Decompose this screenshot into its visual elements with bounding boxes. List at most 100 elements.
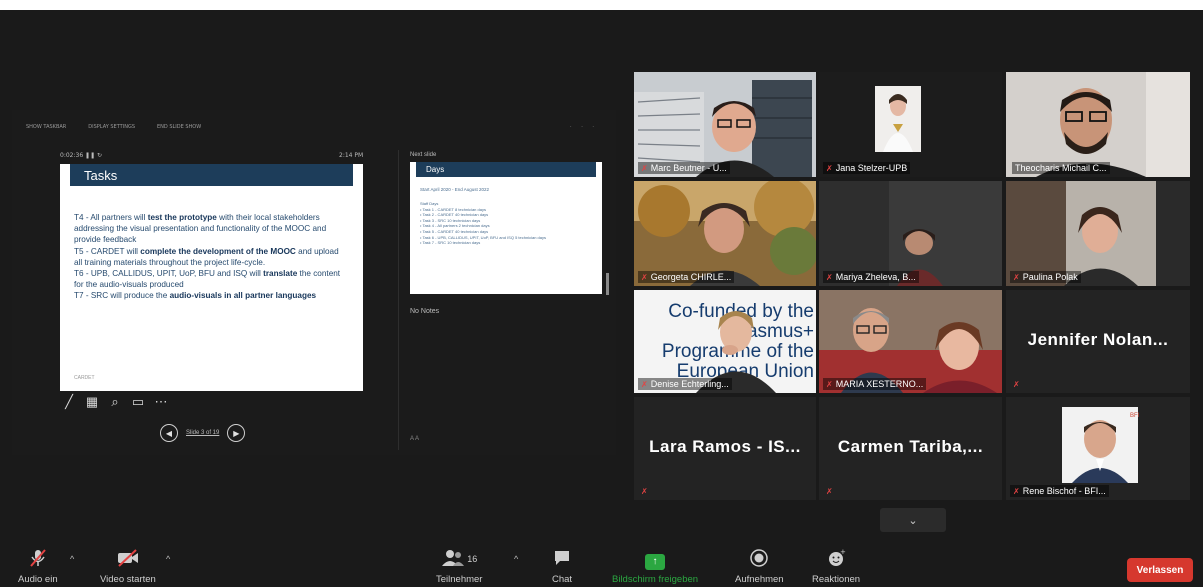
chevron-down-icon: ⌄ — [908, 514, 918, 527]
mic-muted-icon: ✗ — [641, 272, 648, 282]
mic-muted-icon: ✗ — [1013, 380, 1020, 389]
slide-footer-logo: CARDET — [74, 375, 95, 381]
display-settings-button[interactable]: DISPLAY SETTINGS — [88, 124, 135, 134]
record-label: Aufnehmen — [735, 574, 784, 585]
participant-name: ✗ Marc Beutner - U... — [638, 162, 730, 174]
font-size-controls[interactable]: A A — [410, 436, 419, 442]
slide-line: T4 - All partners will test the prototyp… — [74, 213, 327, 245]
participant-name: ✗ MARIA XESTERNO... — [823, 378, 927, 390]
next-slide-preview[interactable]: Days Start April 2020 - End August 2022 … — [410, 162, 602, 294]
participant-name: ✗ Paulina Polak — [1010, 271, 1081, 283]
video-tile[interactable]: ✗ Paulina Polak — [1006, 181, 1190, 286]
participant-name: ✗ Mariya Zheleva, B... — [823, 271, 919, 283]
participant-status: ✗ — [638, 486, 651, 497]
video-tile-active-speaker[interactable]: Theocharis Michail C... — [1006, 72, 1190, 177]
screen-icon[interactable]: ▭ — [131, 394, 145, 410]
scrollbar[interactable] — [606, 273, 609, 295]
slide-line: T6 - UPB, CALLIDUS, UPIT, UoP, BFU and I… — [74, 269, 341, 290]
participants-icon: 16 — [436, 548, 482, 570]
video-tile[interactable]: Co-funded by the Erasmus+ Programme of t… — [634, 290, 816, 393]
reactions-button[interactable]: + Reaktionen — [812, 548, 860, 585]
slide-tools: ╱ ▦ ⌕ ▭ ⋯ — [62, 394, 168, 410]
participants-button[interactable]: 16 Teilnehmer — [436, 548, 482, 585]
slide-navigation: ◀ Slide 3 of 19 ▶ — [160, 424, 246, 442]
video-button[interactable]: Video starten — [100, 548, 156, 585]
video-tile[interactable]: Jennifer Nolan... ✗ — [1006, 290, 1190, 393]
video-tile[interactable]: Lara Ramos - IS... ✗ — [634, 397, 816, 500]
video-tile[interactable]: ✗ Marc Beutner - U... — [634, 72, 816, 177]
record-icon — [735, 548, 784, 570]
video-tile[interactable]: ✗ Jana Stelzer-UPB — [819, 72, 1002, 177]
mic-muted-icon: ✗ — [641, 487, 648, 496]
video-off-icon — [100, 548, 156, 570]
slide-counter[interactable]: Slide 3 of 19 — [186, 430, 219, 436]
reactions-label: Reaktionen — [812, 574, 861, 585]
audio-label: Audio ein — [18, 574, 58, 585]
mic-muted-icon: ✗ — [826, 272, 833, 282]
mic-muted-icon — [18, 548, 58, 570]
video-tile[interactable]: BFI ✗ Rene Bischof - BFI... — [1006, 397, 1190, 500]
video-options-caret[interactable]: ^ — [166, 554, 170, 564]
next-slide-title-bar: Days — [416, 162, 596, 177]
share-screen-label: Bildschirm freigeben — [612, 574, 699, 585]
next-slide-title: Days — [426, 165, 445, 174]
svg-text:BFI: BFI — [1130, 413, 1140, 419]
zoom-meeting-window: SHOW TASKBAR DISPLAY SETTINGS END SLIDE … — [0, 0, 1203, 587]
mic-muted-icon: ✗ — [641, 379, 648, 389]
participant-name-placeholder: Lara Ramos - IS... — [649, 437, 801, 456]
more-icon[interactable]: ⋯ — [154, 394, 168, 410]
smiley-icon: + — [812, 548, 860, 570]
participant-name: ✗ Rene Bischof - BFI... — [1010, 485, 1109, 497]
presenter-toolbar: SHOW TASKBAR DISPLAY SETTINGS END SLIDE … — [12, 124, 616, 134]
end-slideshow-button[interactable]: END SLIDE SHOW — [157, 124, 201, 134]
presenter-clock: 2:14 PM — [339, 152, 364, 159]
audio-options-caret[interactable]: ^ — [70, 554, 74, 564]
next-slide-label: Next slide — [410, 152, 437, 158]
mic-muted-icon: ✗ — [641, 163, 648, 173]
mic-muted-icon: ✗ — [826, 163, 833, 173]
video-tile[interactable]: Carmen Tariba,... ✗ — [819, 397, 1002, 500]
share-screen-button[interactable]: ↑ Bildschirm freigeben — [612, 548, 698, 585]
participants-options-caret[interactable]: ^ — [514, 554, 518, 564]
svg-text:+: + — [840, 548, 846, 556]
top-strip — [0, 0, 1203, 10]
video-tile[interactable]: ✗ Mariya Zheleva, B... — [819, 181, 1002, 286]
next-slide-subtitle: Start April 2020 - End August 2022 — [420, 187, 490, 192]
video-tile[interactable]: ✗ MARIA XESTERNO... — [819, 290, 1002, 393]
more-options-icon[interactable]: · · · — [570, 124, 598, 134]
slide-line: T5 - CARDET will complete the developmen… — [74, 246, 339, 267]
slide-title: Tasks — [84, 168, 118, 183]
leave-meeting-button[interactable]: Verlassen — [1127, 558, 1193, 582]
show-more-participants-button[interactable]: ⌄ — [880, 508, 946, 532]
participant-count: 16 — [467, 554, 478, 564]
participant-name: ✗ Georgeta CHIRLE... — [638, 271, 735, 283]
video-tile[interactable]: ✗ Georgeta CHIRLE... — [634, 181, 816, 286]
participant-name: ✗ Jana Stelzer-UPB — [823, 162, 911, 174]
mic-muted-icon: ✗ — [1013, 486, 1020, 496]
chat-icon — [552, 548, 572, 570]
participant-status: ✗ — [1010, 379, 1023, 390]
mic-muted-icon: ✗ — [826, 379, 833, 389]
previous-slide-button[interactable]: ◀ — [160, 424, 178, 442]
meeting-toolbar: Audio ein ^ Video starten ^ 16 Teilnehme… — [0, 540, 1203, 587]
participant-status: ✗ — [823, 486, 836, 497]
zoom-icon[interactable]: ⌕ — [108, 394, 122, 410]
current-slide: Tasks T4 - All partners will test the pr… — [60, 164, 363, 391]
chat-label: Chat — [552, 574, 573, 585]
next-slide-button[interactable]: ▶ — [227, 424, 246, 442]
participant-name-placeholder: Jennifer Nolan... — [1027, 330, 1169, 349]
pen-icon[interactable]: ╱ — [62, 394, 76, 410]
slide-line: T7 - SRC will produce the audio-visuals … — [74, 291, 317, 301]
participants-label: Teilnehmer — [436, 574, 483, 585]
presenter-timer: 0:02:36 ❚❚ ↻ — [60, 152, 103, 159]
chat-button[interactable]: Chat — [552, 548, 572, 585]
speaker-notes: No Notes — [410, 308, 440, 315]
mic-muted-icon: ✗ — [1013, 272, 1020, 282]
all-slides-icon[interactable]: ▦ — [85, 394, 99, 410]
record-button[interactable]: Aufnehmen — [735, 548, 784, 585]
pane-divider[interactable] — [398, 150, 399, 450]
audio-button[interactable]: Audio ein — [18, 548, 58, 585]
participant-name: Theocharis Michail C... — [1012, 162, 1110, 174]
share-screen-icon: ↑ — [612, 548, 698, 570]
show-taskbar-button[interactable]: SHOW TASKBAR — [26, 124, 66, 134]
